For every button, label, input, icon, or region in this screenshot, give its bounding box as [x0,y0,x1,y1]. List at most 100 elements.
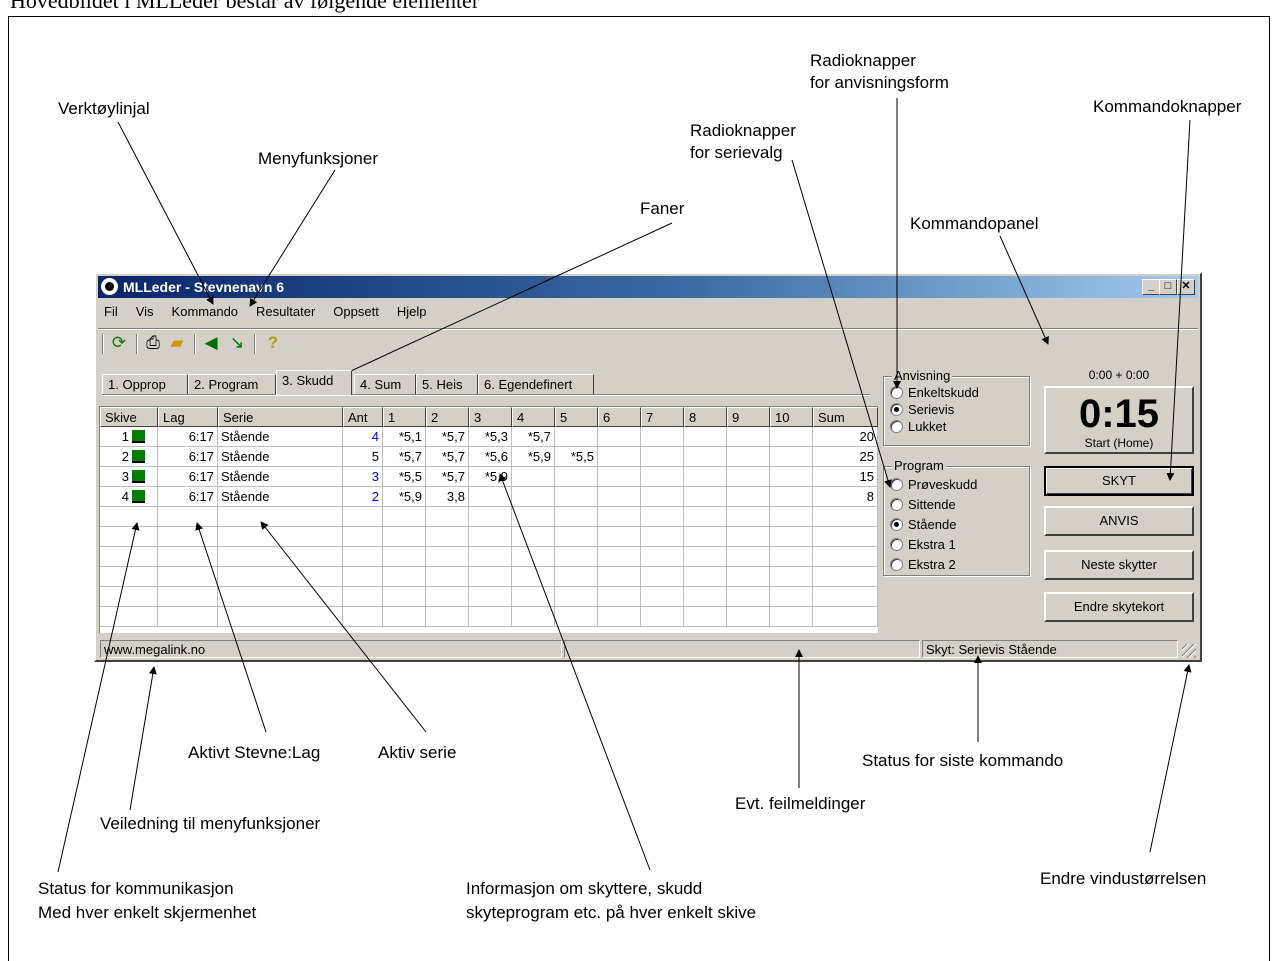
cell-empty [727,507,770,527]
status-last-command: Skyt: Serievis Stående [922,640,1178,658]
toolbar-separator [254,334,256,354]
app-icon [101,278,118,295]
print-icon[interactable]: ⎙ [142,332,164,354]
cell-empty [555,607,598,627]
radio-label: Sittende [908,497,956,512]
cell-empty [469,607,512,627]
cell-empty [158,527,218,547]
menu-fil[interactable]: Fil [102,304,120,324]
cell-skive: 1 [100,427,158,447]
resize-grip[interactable] [1182,644,1196,658]
col-header-lag[interactable]: Lag [158,407,218,427]
annotation-kommandopanel: Kommandopanel [910,214,1039,233]
cell-shot: *5,5 [383,467,426,487]
col-header-shot[interactable]: 1 [383,407,426,427]
annotation-endre-vindu: Endre vindustørrelsen [1040,869,1207,888]
cell-lag: 6:17 [158,447,218,467]
radio-sittende[interactable]: Sittende [890,495,956,515]
col-header-shot[interactable]: 8 [684,407,727,427]
minimize-button[interactable]: _ [1142,279,1160,295]
start-timer-button[interactable]: 0:15 Start (Home) [1044,386,1194,454]
cell-empty [598,507,641,527]
radio-label: Serievis [908,402,955,417]
col-header-shot[interactable]: 5 [555,407,598,427]
skyt-button[interactable]: SKYT [1044,466,1194,496]
radio-ekstra-1[interactable]: Ekstra 1 [890,535,956,555]
cell-empty [813,607,878,627]
speaker-icon[interactable]: ◀ [200,332,222,354]
tab-sum[interactable]: 4. Sum [354,374,416,394]
cell-empty [512,587,555,607]
col-header-shot[interactable]: 4 [512,407,555,427]
tab-opprop[interactable]: 1. Opprop [102,374,188,394]
cell-serie: Stående [218,447,343,467]
col-header-shot[interactable]: 7 [641,407,684,427]
cell-empty [343,507,383,527]
menu-vis[interactable]: Vis [134,304,156,324]
col-header-skive[interactable]: Skive [100,407,158,427]
cell-empty [641,607,684,627]
col-header-shot[interactable]: 2 [426,407,469,427]
cell-empty [770,607,813,627]
title-bar[interactable]: MLLeder - Stevnenavn 6 _ □ ✕ [98,276,1198,298]
anvis-button[interactable]: ANVIS [1044,506,1194,536]
tab-egendefinert[interactable]: 6. Egendefinert [478,374,594,394]
menu-resultater[interactable]: Resultater [254,304,317,324]
tab-skudd[interactable]: 3. Skudd [276,370,352,395]
cell-empty [727,547,770,567]
cell-sum: 25 [813,447,878,467]
cell-empty [684,587,727,607]
radio-label: Prøveskudd [908,477,978,492]
cell-shot [641,467,684,487]
cell-shot: *5,7 [512,427,555,447]
maximize-button[interactable]: □ [1159,279,1177,295]
cell-empty [469,567,512,587]
tab-program[interactable]: 2. Program [188,374,276,394]
cell-empty [218,527,343,547]
col-header-shot[interactable]: 10 [770,407,813,427]
radio-proveskudd[interactable]: Prøveskudd [890,475,977,495]
col-header-shot[interactable]: 3 [469,407,512,427]
cell-empty [512,527,555,547]
col-header-serie[interactable]: Serie [218,407,343,427]
endre-skytekort-button[interactable]: Endre skytekort [1044,592,1194,622]
cell-shot [684,467,727,487]
radio-staende[interactable]: Stående [890,515,956,535]
col-header-shot[interactable]: 9 [727,407,770,427]
annotation-kommandoknapper: Kommandoknapper [1093,97,1242,116]
connection-status-icon [132,450,145,464]
open-folder-icon[interactable]: ▰ [166,332,188,354]
annotation-radio-serie-2: for serievalg [690,143,783,162]
window-title: MLLeder - Stevnenavn 6 [123,279,285,295]
radio-lukket[interactable]: Lukket [890,417,946,437]
refresh-icon[interactable]: ⟳ [108,332,130,354]
cell-empty [343,567,383,587]
status-error [564,640,920,658]
cell-empty [598,527,641,547]
menu-hjelp[interactable]: Hjelp [395,304,429,324]
cell-empty [598,547,641,567]
cell-shot [727,487,770,507]
menu-kommando[interactable]: Kommando [170,304,240,324]
cell-empty [158,547,218,567]
help-icon[interactable]: ? [262,332,284,354]
tab-heis[interactable]: 5. Heis [416,374,478,394]
cell-shot: *5,7 [426,427,469,447]
cell-empty [512,547,555,567]
neste-skytter-button[interactable]: Neste skytter [1044,550,1194,580]
annotation-feilmeldinger: Evt. feilmeldinger [735,794,866,813]
cell-empty [770,587,813,607]
col-header-ant[interactable]: Ant [343,407,383,427]
menu-oppsett[interactable]: Oppsett [331,304,381,324]
close-button[interactable]: ✕ [1177,279,1195,295]
cell-lag: 6:17 [158,487,218,507]
cell-shot: *5,7 [426,447,469,467]
radio-ekstra-2[interactable]: Ekstra 2 [890,555,956,575]
col-header-shot[interactable]: 6 [598,407,641,427]
col-header-sum[interactable]: Sum [813,407,878,427]
cell-empty [555,587,598,607]
cell-empty [598,607,641,627]
cell-shot: *5,1 [383,427,426,447]
transmit-icon[interactable]: ↘ [226,332,248,354]
cell-serie: Stående [218,427,343,447]
